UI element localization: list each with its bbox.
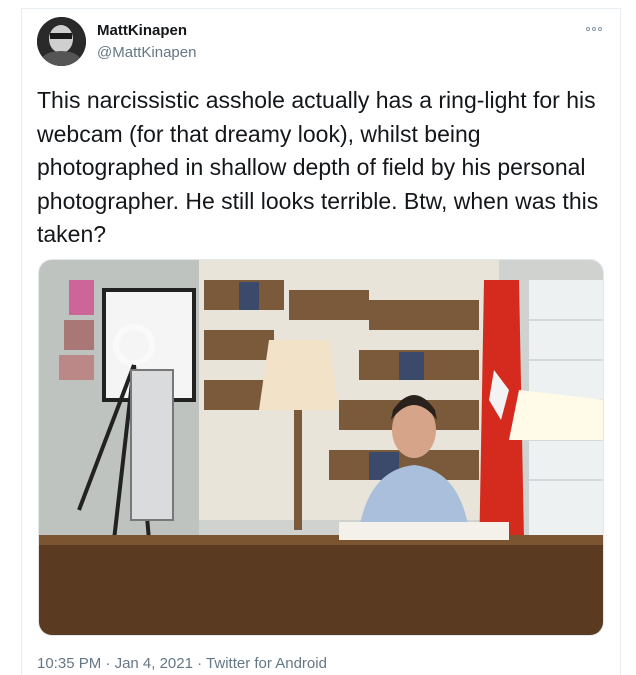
author-display-name[interactable]: MattKinapen xyxy=(97,22,187,39)
meta-separator: · xyxy=(105,655,111,672)
meta-separator: · xyxy=(197,655,203,672)
author-handle[interactable]: @MattKinapen xyxy=(97,44,196,61)
tweet-photo[interactable] xyxy=(38,259,604,636)
avatar[interactable] xyxy=(37,17,86,66)
tweet-meta: 10:35 PM · Jan 4, 2021 · Twitter for And… xyxy=(37,655,327,672)
tweet-time[interactable]: 10:35 PM xyxy=(37,655,101,672)
tweet-date[interactable]: Jan 4, 2021 xyxy=(115,655,193,672)
tweet-source[interactable]: Twitter for Android xyxy=(206,655,327,672)
tweet-text: This narcissistic asshole actually has a… xyxy=(37,87,605,247)
more-options-icon[interactable] xyxy=(583,22,605,36)
